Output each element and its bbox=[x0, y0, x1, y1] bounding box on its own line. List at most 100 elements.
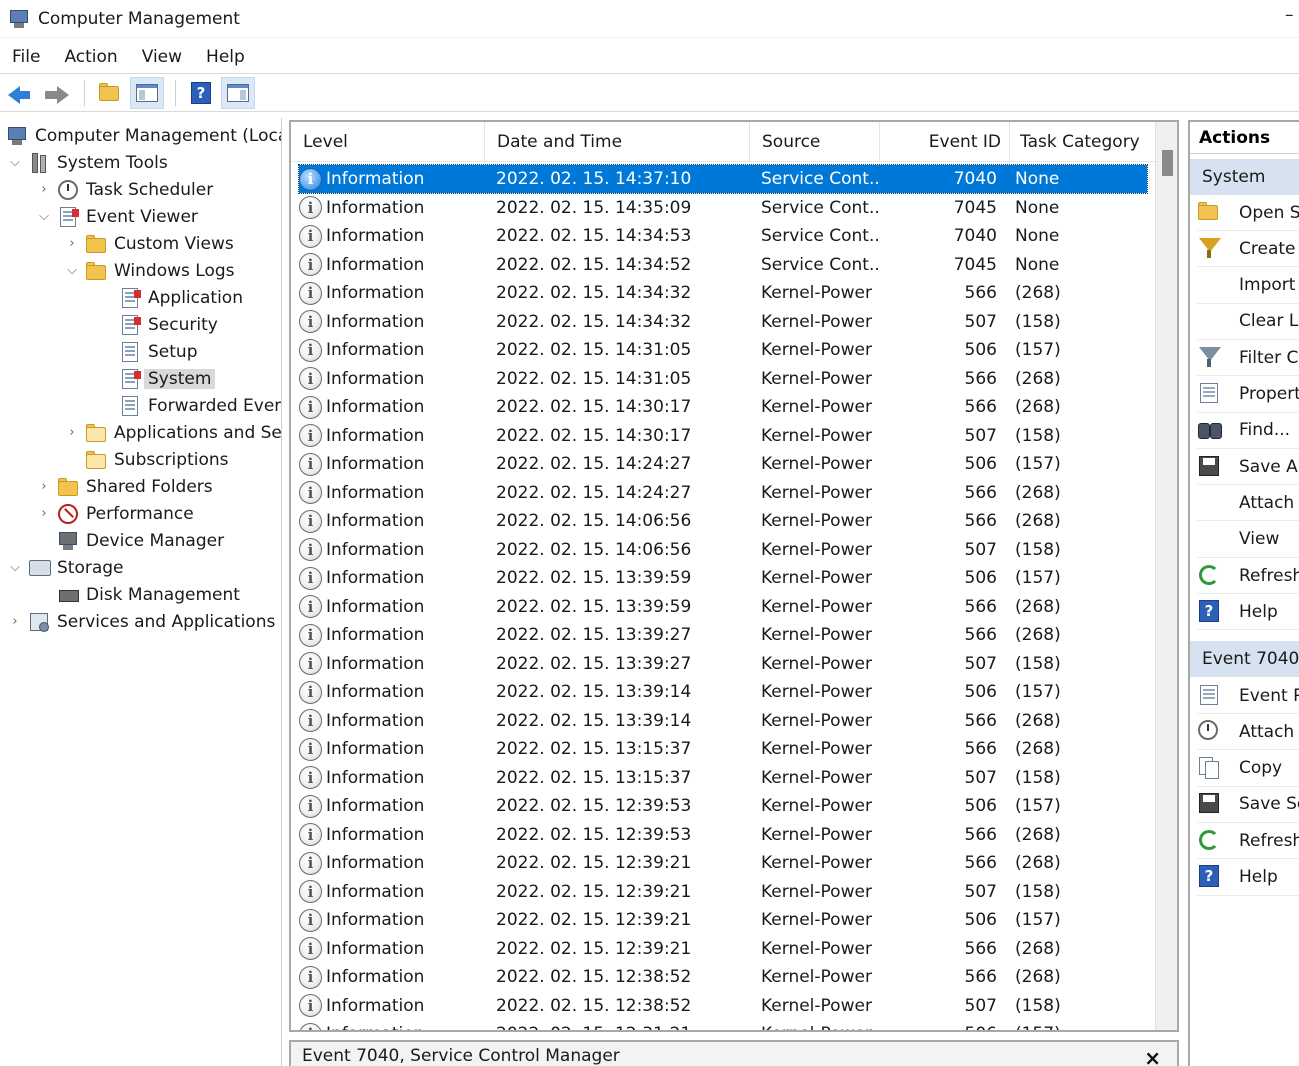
table-row[interactable]: i Information 2022. 02. 15. 14:34:53 Servic… bbox=[299, 222, 1147, 250]
column-header-level[interactable]: Level bbox=[291, 122, 485, 162]
tree-item-shared-folders[interactable]: › Shared Folders bbox=[37, 473, 212, 500]
table-row[interactable]: i Information 2022. 02. 15. 12:31:21Kernel… bbox=[299, 1020, 1147, 1030]
menu-action[interactable]: Action bbox=[52, 47, 129, 67]
action-item[interactable]: View bbox=[1197, 522, 1299, 558]
forward-button[interactable] bbox=[39, 77, 73, 109]
scrollbar-thumb[interactable] bbox=[1162, 150, 1173, 176]
chevron-right-icon[interactable]: › bbox=[37, 506, 51, 521]
tree-item-task-scheduler[interactable]: › Task Scheduler bbox=[37, 176, 213, 203]
action-item[interactable]: ? Help bbox=[1197, 860, 1299, 896]
tree-item-forwarded-events[interactable]: Forwarded Event bbox=[99, 392, 281, 419]
table-row[interactable]: i Information 2022. 02. 15. 14:24:27 Kernel… bbox=[299, 479, 1147, 507]
table-row[interactable]: i Information 2022. 02. 15. 14:24:27 Kernel… bbox=[299, 450, 1147, 478]
help-button[interactable]: ? bbox=[184, 77, 218, 109]
tree-item-custom-views[interactable]: › Custom Views bbox=[65, 230, 233, 257]
table-row[interactable]: i Information 2022. 02. 15. 14:34:32 Kernel… bbox=[299, 279, 1147, 307]
back-button[interactable] bbox=[2, 77, 36, 109]
table-row[interactable]: i Information 2022. 02. 15. 14:35:09 Servic… bbox=[299, 194, 1147, 222]
table-row[interactable]: i Information 2022. 02. 15. 12:39:21 Kernel… bbox=[299, 906, 1147, 934]
tree-item-services-and-applications[interactable]: › Services and Applications bbox=[8, 608, 275, 635]
table-row[interactable]: i Information 2022. 02. 15. 13:39:14 Kernel… bbox=[299, 707, 1147, 735]
table-row[interactable]: i Information 2022. 02. 15. 12:39:21 Kernel… bbox=[299, 935, 1147, 963]
table-row[interactable]: i Information 2022. 02. 15. 14:30:17 Kernel… bbox=[299, 393, 1147, 421]
menu-help[interactable]: Help bbox=[194, 47, 257, 67]
chevron-right-icon[interactable]: › bbox=[65, 236, 79, 251]
table-row[interactable]: i Information 2022. 02. 15. 14:30:17 Kernel… bbox=[299, 422, 1147, 450]
action-item[interactable]: Event Pr bbox=[1197, 678, 1299, 714]
chevron-right-icon[interactable]: › bbox=[8, 614, 22, 629]
action-item[interactable]: Filter Cu bbox=[1197, 340, 1299, 377]
table-row[interactable]: i Information 2022. 02. 15. 14:06:56 Kernel… bbox=[299, 536, 1147, 564]
actions-group-system[interactable]: System bbox=[1190, 159, 1299, 195]
table-row[interactable]: i Information 2022. 02. 15. 13:39:59 Kernel… bbox=[299, 593, 1147, 621]
date-cell: 2022. 02. 15. 13:39:14 bbox=[496, 710, 692, 731]
table-row[interactable]: i Information 2022. 02. 15. 13:15:37 Kernel… bbox=[299, 735, 1147, 763]
minimize-button[interactable]: – bbox=[1285, 5, 1299, 25]
tree-item-performance[interactable]: › Performance bbox=[37, 500, 194, 527]
tree-item-event-viewer[interactable]: ⌵ Event Viewer bbox=[37, 203, 198, 230]
chevron-right-icon[interactable]: › bbox=[65, 425, 79, 440]
tree-item-storage[interactable]: ⌵ Storage bbox=[8, 554, 123, 581]
table-row[interactable]: i Information 2022. 02. 15. 14:06:56 Kernel… bbox=[299, 507, 1147, 535]
table-row[interactable]: i Information 2022. 02. 15. 12:38:52 Kernel… bbox=[299, 963, 1147, 991]
chevron-down-icon[interactable]: ⌵ bbox=[65, 263, 79, 278]
show-hide-console-tree-button[interactable] bbox=[130, 77, 164, 109]
table-row[interactable]: i Information 2022. 02. 15. 13:15:37 Kernel… bbox=[299, 764, 1147, 792]
tree-item-applications-and-services[interactable]: › Applications and Ser bbox=[65, 419, 281, 446]
close-icon[interactable]: × bbox=[1144, 1046, 1161, 1066]
table-row[interactable]: i Information 2022. 02. 15. 14:37:10 Servic… bbox=[298, 164, 1148, 194]
action-item[interactable]: Refresh bbox=[1197, 558, 1299, 594]
table-row[interactable]: i Information 2022. 02. 15. 12:39:21 Kernel… bbox=[299, 849, 1147, 877]
tree-item-system-tools[interactable]: ⌵ System Tools bbox=[8, 149, 168, 176]
chevron-right-icon[interactable]: › bbox=[37, 479, 51, 494]
vertical-scrollbar[interactable] bbox=[1155, 122, 1177, 1030]
table-row[interactable]: i Information 2022. 02. 15. 12:39:53 Kernel… bbox=[299, 792, 1147, 820]
column-header-task-category[interactable]: Task Category bbox=[1010, 122, 1157, 162]
column-header-source[interactable]: Source bbox=[750, 122, 880, 162]
action-item[interactable]: Clear Lo bbox=[1197, 304, 1299, 340]
chevron-down-icon[interactable]: ⌵ bbox=[8, 155, 22, 170]
chevron-down-icon[interactable]: ⌵ bbox=[8, 560, 22, 575]
tree-item-device-manager[interactable]: Device Manager bbox=[37, 527, 224, 554]
table-row[interactable]: i Information 2022. 02. 15. 12:39:21 Kernel… bbox=[299, 878, 1147, 906]
tree-item-application[interactable]: Application bbox=[99, 284, 243, 311]
menu-file[interactable]: File bbox=[0, 47, 52, 67]
tree-item-security[interactable]: Security bbox=[99, 311, 218, 338]
tree-item-subscriptions[interactable]: Subscriptions bbox=[65, 446, 228, 473]
tree-item-setup[interactable]: Setup bbox=[99, 338, 197, 365]
action-item[interactable]: Attach T bbox=[1197, 714, 1299, 751]
column-header-event-id[interactable]: Event ID bbox=[880, 122, 1010, 162]
action-item[interactable]: Save All bbox=[1197, 449, 1299, 486]
menu-view[interactable]: View bbox=[130, 47, 194, 67]
up-one-level-button[interactable] bbox=[93, 77, 127, 109]
table-row[interactable]: i Information 2022. 02. 15. 12:39:53 Kernel… bbox=[299, 821, 1147, 849]
tree-item-computer-management[interactable]: Computer Management (Local) bbox=[6, 122, 281, 149]
tree-item-disk-management[interactable]: Disk Management bbox=[37, 581, 240, 608]
table-row[interactable]: i Information 2022. 02. 15. 13:39:27 Kernel… bbox=[299, 650, 1147, 678]
action-item[interactable]: ? Help bbox=[1197, 594, 1299, 631]
action-item[interactable]: Attach a bbox=[1197, 485, 1299, 522]
action-item[interactable]: Open Sa bbox=[1197, 195, 1299, 231]
actions-group-event[interactable]: Event 7040, S bbox=[1190, 641, 1299, 677]
column-header-date-and-time[interactable]: Date and Time bbox=[485, 122, 750, 162]
table-row[interactable]: i Information 2022. 02. 15. 14:34:52 Servic… bbox=[299, 251, 1147, 279]
chevron-right-icon[interactable]: › bbox=[37, 182, 51, 197]
table-row[interactable]: i Information 2022. 02. 15. 13:39:59 Kernel… bbox=[299, 564, 1147, 592]
table-row[interactable]: i Information 2022. 02. 15. 12:38:52 Kernel… bbox=[299, 992, 1147, 1020]
table-row[interactable]: i Information 2022. 02. 15. 14:31:05 Kernel… bbox=[299, 365, 1147, 393]
action-item[interactable]: Save Sel bbox=[1197, 787, 1299, 823]
tree-item-windows-logs[interactable]: ⌵ Windows Logs bbox=[65, 257, 234, 284]
tree-item-system[interactable]: System bbox=[99, 365, 216, 392]
action-item[interactable]: Import C bbox=[1197, 268, 1299, 304]
table-row[interactable]: i Information 2022. 02. 15. 13:39:14 Kernel… bbox=[299, 678, 1147, 706]
chevron-down-icon[interactable]: ⌵ bbox=[37, 209, 51, 224]
action-item[interactable]: Copy bbox=[1197, 751, 1299, 787]
action-item[interactable]: Find... bbox=[1197, 413, 1299, 449]
action-item[interactable]: Create C bbox=[1197, 231, 1299, 268]
action-item[interactable]: Refresh bbox=[1197, 823, 1299, 860]
table-row[interactable]: i Information 2022. 02. 15. 14:34:32 Kernel… bbox=[299, 308, 1147, 336]
show-hide-action-pane-button[interactable] bbox=[221, 77, 255, 109]
table-row[interactable]: i Information 2022. 02. 15. 14:31:05 Kernel… bbox=[299, 336, 1147, 364]
action-item[interactable]: Properti bbox=[1197, 377, 1299, 413]
table-row[interactable]: i Information 2022. 02. 15. 13:39:27 Kernel… bbox=[299, 621, 1147, 649]
